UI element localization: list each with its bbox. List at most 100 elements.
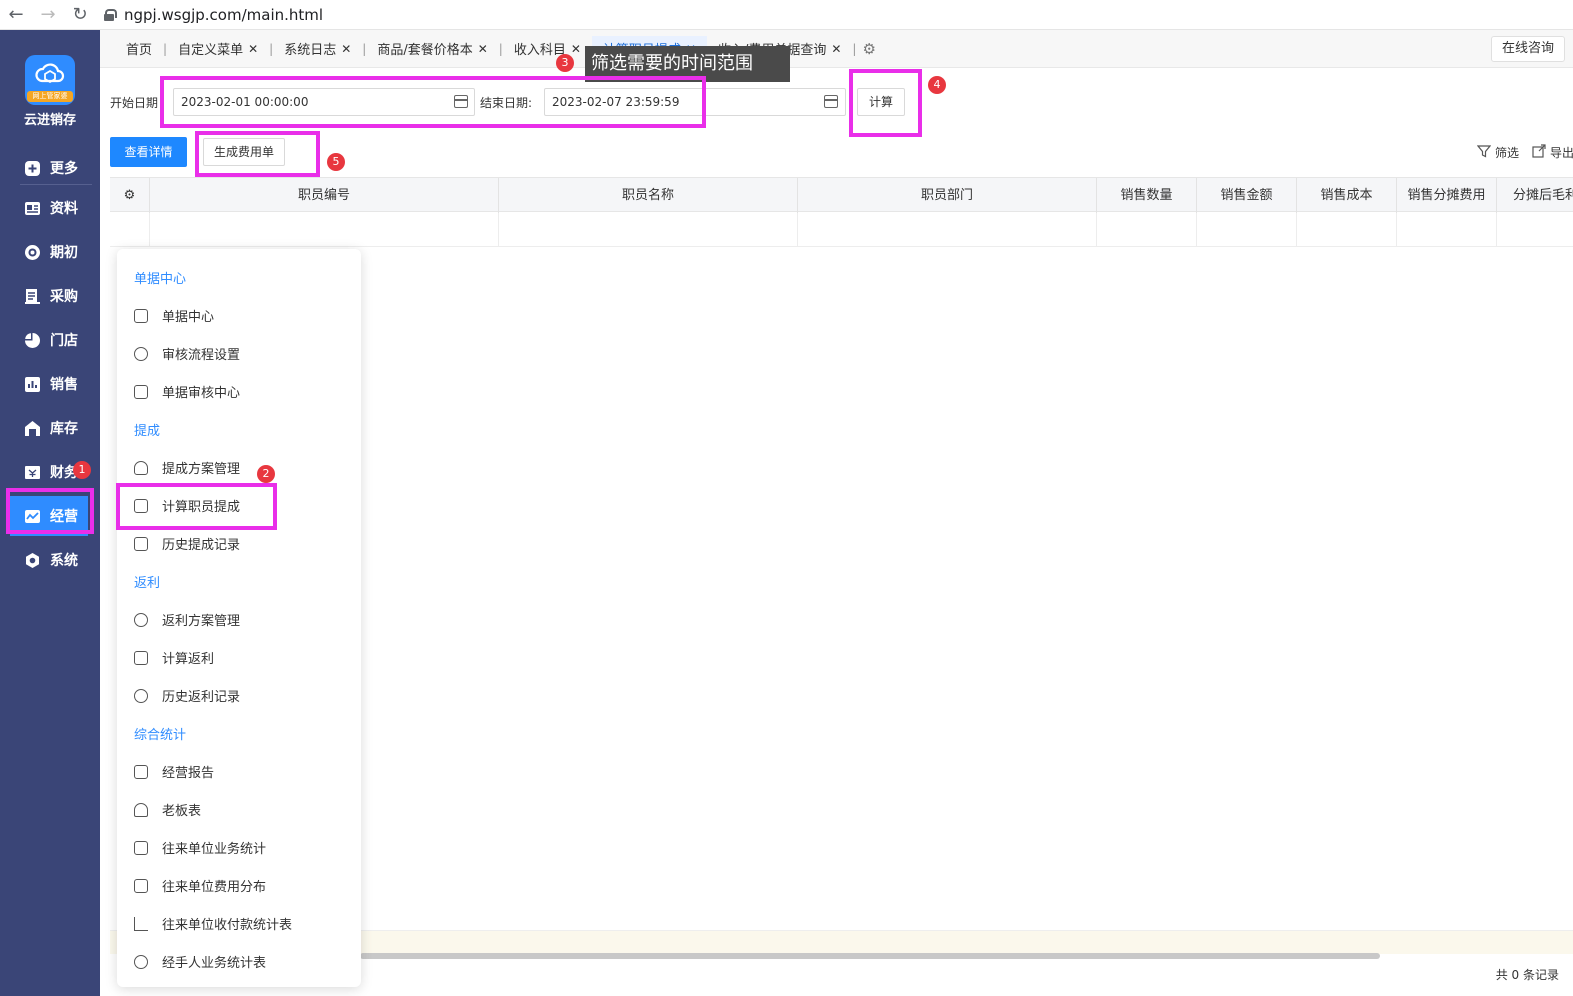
tab-price-book[interactable]: 商品/套餐价格本 ✕ xyxy=(366,39,498,59)
sidebar-item-store[interactable]: 门店 xyxy=(0,320,100,360)
menu-item-calc-rebate[interactable]: 计算返利 xyxy=(134,648,214,667)
highlight-box-calc xyxy=(849,69,922,137)
bulb-icon xyxy=(134,460,148,475)
tab-label: 首页 xyxy=(126,43,153,58)
menu-item-audit-center[interactable]: 单据审核中心 xyxy=(134,382,240,401)
column-header[interactable]: 职员名称 xyxy=(499,178,798,213)
export-label: 导出 xyxy=(1550,146,1573,160)
menu-item-label: 经手人业务统计表 xyxy=(162,956,267,971)
operation-submenu: 单据中心 单据中心 审核流程设置 单据审核中心 提成 提成方案管理 计算职员提成… xyxy=(117,249,361,987)
export-icon xyxy=(1532,144,1546,161)
history-rebate-icon xyxy=(134,688,148,703)
sidebar-item-more[interactable]: 更多 xyxy=(0,148,100,188)
menu-item-partner-cost[interactable]: 往来单位费用分布 xyxy=(134,876,266,895)
menu-item-rebate-plan[interactable]: 返利方案管理 xyxy=(134,610,240,629)
close-icon[interactable]: ✕ xyxy=(341,42,351,56)
handler-icon xyxy=(134,954,148,969)
sidebar-item-inventory[interactable]: 库存 xyxy=(0,408,100,448)
column-header[interactable]: 分摊后毛利 xyxy=(1497,178,1573,213)
reload-icon[interactable]: ↻ xyxy=(64,4,96,25)
back-arrow-icon[interactable]: ← xyxy=(0,4,32,25)
sidebar-item-purchase[interactable]: 采购 xyxy=(0,276,100,316)
menu-item-label: 计算返利 xyxy=(162,652,215,667)
cost-icon xyxy=(134,878,148,893)
menu-item-doc-center[interactable]: 单据中心 xyxy=(134,306,214,325)
purchase-icon xyxy=(24,288,41,305)
menu-item-label: 往来单位业务统计 xyxy=(162,842,267,857)
annotation-badge-5: 5 xyxy=(327,153,345,171)
annotation-badge-1: 1 xyxy=(73,461,91,479)
column-header[interactable]: 职员编号 xyxy=(150,178,499,213)
forward-arrow-icon[interactable]: → xyxy=(32,4,64,25)
tab-label: 商品/套餐价格本 xyxy=(377,43,473,58)
sidebar-item-sales[interactable]: 销售 xyxy=(0,364,100,404)
tab-settings-gear-icon[interactable]: ⚙ xyxy=(862,40,875,58)
menu-group-title: 返利 xyxy=(134,576,161,591)
rebate-icon xyxy=(134,612,148,627)
highlight-box-generate xyxy=(195,131,320,177)
sidebar-label: 门店 xyxy=(50,333,78,349)
calendar-icon[interactable] xyxy=(824,95,838,108)
bar-chart-icon xyxy=(24,376,41,393)
table-cell xyxy=(110,213,150,247)
sidebar-item-data[interactable]: 资料 xyxy=(0,188,100,228)
column-settings-gear-icon[interactable]: ⚙ xyxy=(110,178,150,213)
column-header[interactable]: 销售数量 xyxy=(1097,178,1197,213)
record-count: 共 0 条记录 xyxy=(1495,968,1559,982)
menu-item-label: 经营报告 xyxy=(162,766,215,781)
close-icon[interactable]: ✕ xyxy=(831,42,841,56)
calculator-icon xyxy=(134,650,148,665)
menu-item-partner-payment[interactable]: 往来单位收付款统计表 xyxy=(134,914,292,933)
menu-item-label: 提成方案管理 xyxy=(162,462,241,477)
address-bar[interactable]: ngpj.wsgjp.com/main.html xyxy=(104,6,323,24)
table-cell xyxy=(1197,213,1297,247)
menu-item-handler-stats[interactable]: 经手人业务统计表 xyxy=(134,952,266,971)
close-icon[interactable]: ✕ xyxy=(478,42,488,56)
close-icon[interactable]: ✕ xyxy=(248,42,258,56)
tab-label: 系统日志 xyxy=(284,43,337,58)
tab-home[interactable]: 首页 xyxy=(100,39,163,58)
sidebar-divider xyxy=(20,184,92,185)
sidebar-label: 资料 xyxy=(50,201,78,217)
highlight-box-calc-commission xyxy=(116,483,277,530)
logo-tag: 网上管家婆 xyxy=(27,91,73,102)
menu-item-commission-history[interactable]: 历史提成记录 xyxy=(134,534,240,553)
column-header[interactable]: 职员部门 xyxy=(798,178,1097,213)
menu-item-rebate-history[interactable]: 历史返利记录 xyxy=(134,686,240,705)
tab-label: 收入科目 xyxy=(513,43,566,58)
tab-system-log[interactable]: 系统日志 ✕ xyxy=(273,39,362,59)
sidebar-item-system[interactable]: 系统 xyxy=(0,540,100,580)
menu-group-title: 单据中心 xyxy=(134,272,187,287)
table-cell xyxy=(1397,213,1497,247)
tab-custom-menu[interactable]: 自定义菜单 ✕ xyxy=(167,39,269,59)
sidebar-label: 更多 xyxy=(50,161,78,177)
url-text: ngpj.wsgjp.com/main.html xyxy=(124,5,324,24)
tab-income-subject[interactable]: 收入科目 ✕ xyxy=(503,39,592,59)
online-consult-button[interactable]: 在线咨询 xyxy=(1490,36,1565,62)
menu-item-label: 历史返利记录 xyxy=(162,690,241,705)
column-header[interactable]: 销售分摊费用 xyxy=(1397,178,1497,213)
menu-group-title: 综合统计 xyxy=(134,728,187,743)
sidebar-label: 采购 xyxy=(50,289,78,305)
sidebar-item-opening[interactable]: 期初 xyxy=(0,232,100,272)
filter-tool[interactable]: 筛选 xyxy=(1476,144,1519,161)
menu-item-approval-flow[interactable]: 审核流程设置 xyxy=(134,344,240,363)
view-detail-button[interactable]: 查看详情 xyxy=(110,137,187,167)
menu-item-partner-business[interactable]: 往来单位业务统计 xyxy=(134,838,266,857)
menu-item-business-report[interactable]: 经营报告 xyxy=(134,762,214,781)
menu-item-boss-table[interactable]: 老板表 xyxy=(134,800,201,819)
finance-icon xyxy=(24,464,41,481)
start-date-label: 开始日期 xyxy=(110,96,159,110)
close-icon[interactable]: ✕ xyxy=(571,42,581,56)
menu-item-label: 老板表 xyxy=(162,804,202,819)
user-icon xyxy=(134,802,148,817)
menu-item-label: 审核流程设置 xyxy=(162,348,241,363)
menu-item-commission-plan[interactable]: 提成方案管理 xyxy=(134,458,240,477)
horizontal-scrollbar[interactable] xyxy=(360,953,1380,959)
table-header: ⚙ 职员编号 职员名称 职员部门 销售数量 销售金额 销售成本 销售分摊费用 分… xyxy=(110,177,1573,213)
export-tool[interactable]: 导出 xyxy=(1532,144,1573,161)
column-header[interactable]: 销售成本 xyxy=(1297,178,1397,213)
building-icon xyxy=(134,840,148,855)
target-icon xyxy=(24,244,41,261)
column-header[interactable]: 销售金额 xyxy=(1197,178,1297,213)
